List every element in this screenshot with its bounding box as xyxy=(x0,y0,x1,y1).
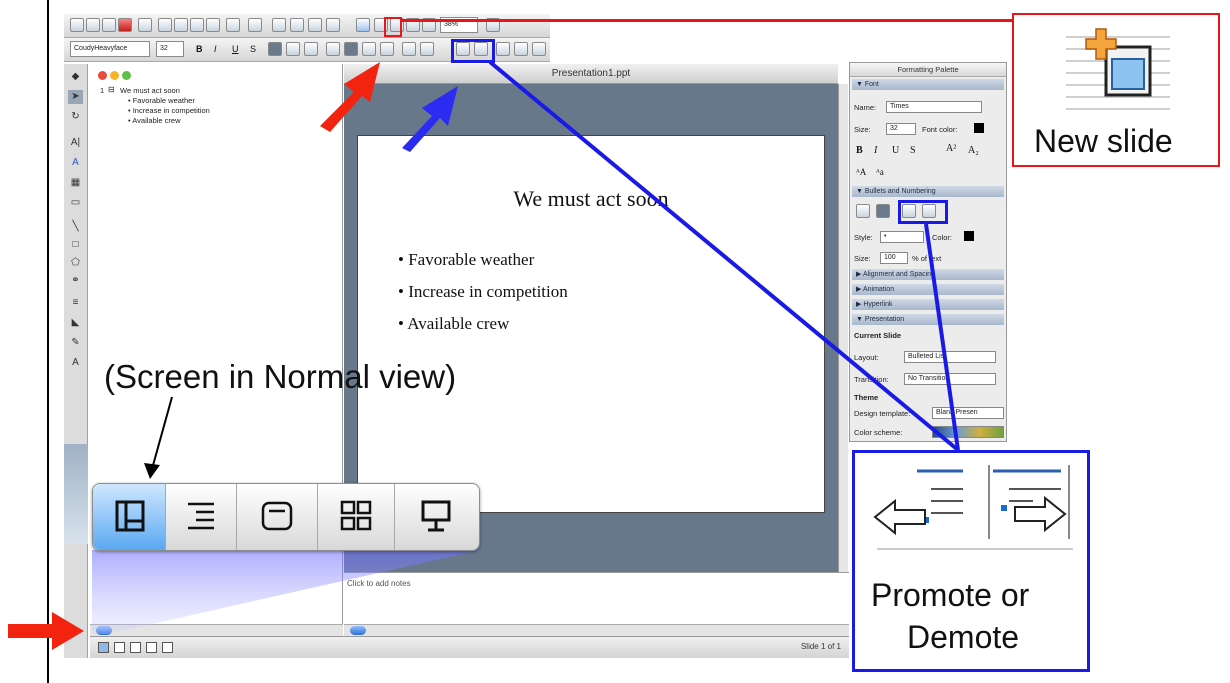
annotation-overlay xyxy=(8,60,960,650)
blue-arrow-promote xyxy=(402,86,458,152)
red-arrow-new-slide xyxy=(320,62,380,132)
red-arrow-view-buttons xyxy=(8,612,84,650)
palette-to-callout-line xyxy=(924,223,960,451)
toolbar-to-callout-line xyxy=(488,60,960,452)
